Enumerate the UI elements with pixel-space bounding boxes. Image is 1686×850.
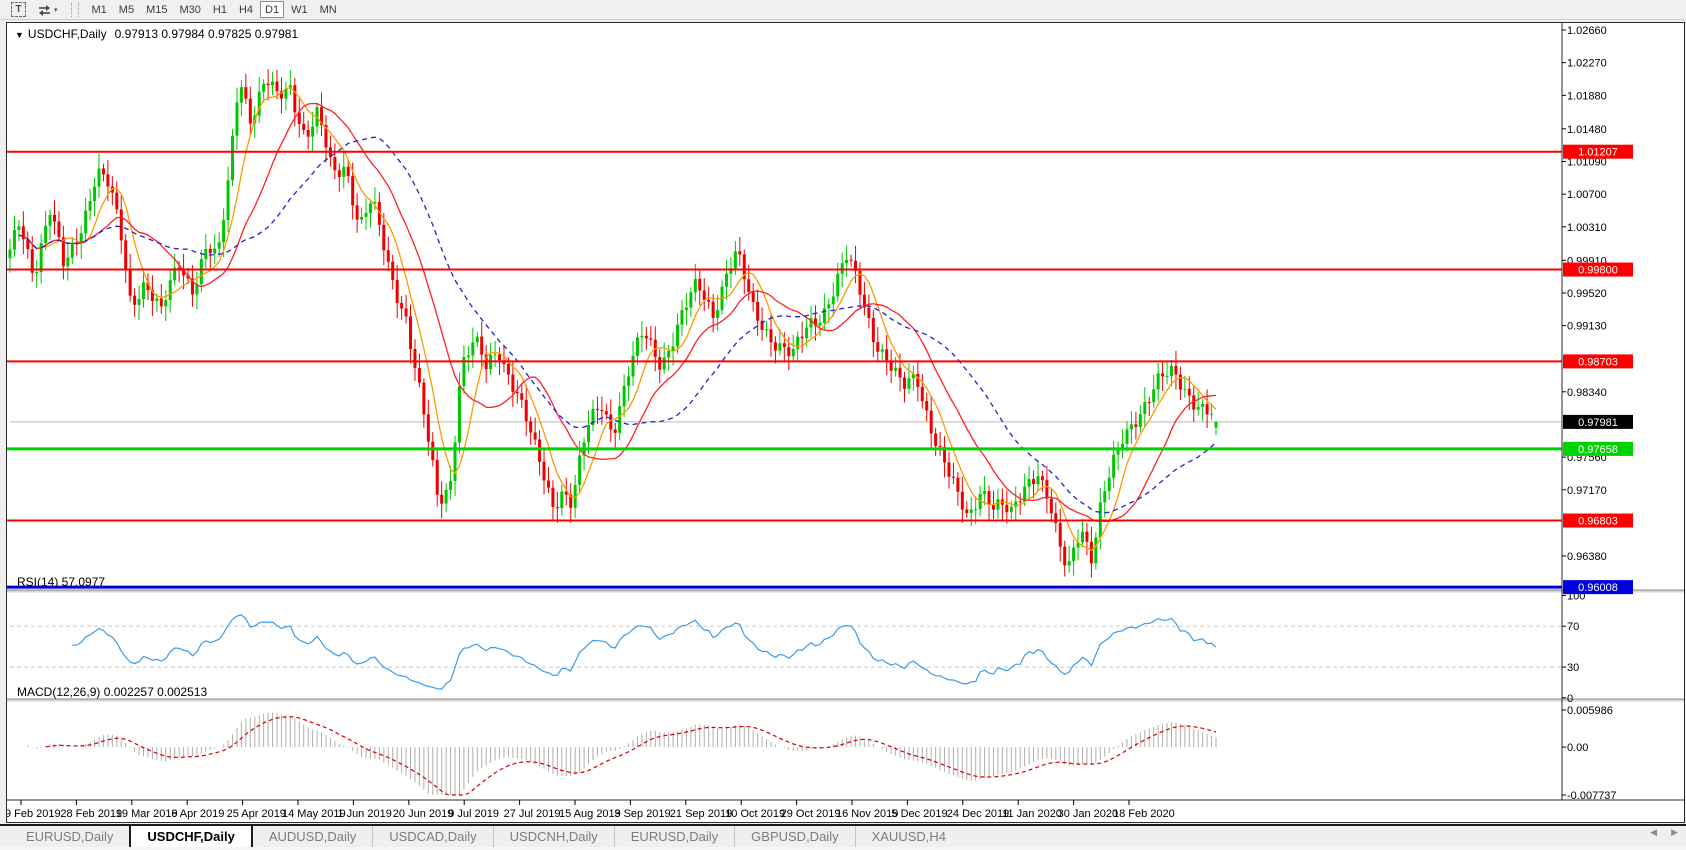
svg-text:9 Feb 2019: 9 Feb 2019 xyxy=(7,808,61,820)
svg-text:0: 0 xyxy=(1567,693,1573,705)
svg-text:1.02660: 1.02660 xyxy=(1567,25,1607,37)
timeframe-button-m30[interactable]: M30 xyxy=(174,1,205,18)
text-label-tool-button[interactable]: T xyxy=(6,1,31,18)
current-price-badge: 0.97981 xyxy=(1563,415,1633,429)
svg-text:25 Apr 2019: 25 Apr 2019 xyxy=(227,808,286,820)
svg-text:0.98340: 0.98340 xyxy=(1567,387,1607,399)
macd-axis-ticks: 0.005986 0.00 -0.007737 xyxy=(1562,705,1617,802)
timeframe-button-d1[interactable]: D1 xyxy=(260,1,284,18)
arrange-dropdown-icon: ▾ xyxy=(54,6,58,14)
chart-tab-usdcad-daily[interactable]: USDCAD,Daily xyxy=(372,826,492,847)
price-line-badge: 0.98703 xyxy=(1563,354,1633,368)
rsi-axis-ticks: 10070300 xyxy=(1562,591,1585,705)
svg-text:30 Jan 2020: 30 Jan 2020 xyxy=(1058,808,1119,820)
chart-symbol: USDCHF,Daily xyxy=(28,27,107,41)
svg-text:0.96380: 0.96380 xyxy=(1567,551,1607,563)
svg-text:1.02270: 1.02270 xyxy=(1567,58,1607,70)
chart-tab-eurusd-daily[interactable]: EURUSD,Daily xyxy=(10,826,129,847)
svg-text:1.00310: 1.00310 xyxy=(1567,222,1607,234)
tab-scroll-buttons: ◀ ▶ xyxy=(1650,827,1678,838)
svg-text:20 Jun 2019: 20 Jun 2019 xyxy=(393,808,454,820)
chart-tab-bar: EURUSD,DailyUSDCHF,DailyAUDUSD,DailyUSDC… xyxy=(0,824,1686,847)
svg-text:9 Jul 2019: 9 Jul 2019 xyxy=(448,808,499,820)
svg-text:14 May 2019: 14 May 2019 xyxy=(282,808,346,820)
chart-tab-gbpusd-daily[interactable]: GBPUSD,Daily xyxy=(734,826,854,847)
price-line-badge: 0.96008 xyxy=(1563,580,1633,594)
svg-text:0.97658: 0.97658 xyxy=(1578,444,1618,456)
svg-text:24 Dec 2019: 24 Dec 2019 xyxy=(947,808,1009,820)
svg-text:15 Aug 2019: 15 Aug 2019 xyxy=(559,808,621,820)
svg-text:21 Sep 2019: 21 Sep 2019 xyxy=(670,808,732,820)
svg-text:10 Oct 2019: 10 Oct 2019 xyxy=(725,808,785,820)
svg-text:11 Jan 2020: 11 Jan 2020 xyxy=(1002,808,1062,820)
svg-text:1.01880: 1.01880 xyxy=(1567,90,1607,102)
timeframe-button-h4[interactable]: H4 xyxy=(234,1,258,18)
timeframe-button-w1[interactable]: W1 xyxy=(286,1,313,18)
svg-text:0.97981: 0.97981 xyxy=(1578,417,1618,429)
chart-window: 1.026601.022701.018801.014801.010901.007… xyxy=(6,22,1685,823)
macd-histogram xyxy=(28,712,1216,795)
svg-text:3 Sep 2019: 3 Sep 2019 xyxy=(614,808,670,820)
svg-text:30: 30 xyxy=(1567,662,1579,674)
date-axis: 9 Feb 201928 Feb 201919 Mar 20196 Apr 20… xyxy=(7,800,1175,820)
svg-text:19 Mar 2019: 19 Mar 2019 xyxy=(116,808,178,820)
macd-indicator-label: MACD(12,26,9) 0.002257 0.002513 xyxy=(17,685,207,699)
timeframe-button-m15[interactable]: M15 xyxy=(141,1,172,18)
timeframe-button-h1[interactable]: H1 xyxy=(208,1,232,18)
candlesticks xyxy=(9,69,1218,577)
svg-text:0.96803: 0.96803 xyxy=(1578,516,1618,528)
timeframe-button-m5[interactable]: M5 xyxy=(114,1,139,18)
svg-text:16 Nov 2019: 16 Nov 2019 xyxy=(836,808,898,820)
arrange-charts-button[interactable]: ▾ xyxy=(33,1,63,18)
svg-text:29 Oct 2019: 29 Oct 2019 xyxy=(781,808,841,820)
svg-text:0.005986: 0.005986 xyxy=(1567,705,1613,717)
ma-mid-line xyxy=(19,104,1216,522)
svg-text:27 Jul 2019: 27 Jul 2019 xyxy=(504,808,561,820)
svg-text:5 Dec 2019: 5 Dec 2019 xyxy=(891,808,947,820)
chart-ohlc-values: 0.97913 0.97984 0.97825 0.97981 xyxy=(115,27,299,41)
chart-tab-usdchf-daily[interactable]: USDCHF,Daily xyxy=(129,824,252,847)
chart-tab-audusd-daily[interactable]: AUDUSD,Daily xyxy=(253,826,372,847)
svg-text:28 Feb 2019: 28 Feb 2019 xyxy=(60,808,122,820)
svg-text:0.99800: 0.99800 xyxy=(1578,265,1618,277)
top-toolbar: T ▾ M1M5M15M30H1H4D1W1MN xyxy=(0,0,1686,20)
text-tool-icon: T xyxy=(11,2,26,17)
svg-text:18 Feb 2020: 18 Feb 2020 xyxy=(1113,808,1175,820)
tab-scroll-left-icon[interactable]: ◀ xyxy=(1650,827,1657,838)
price-line-badge: 0.96803 xyxy=(1563,514,1633,528)
chart-tab-usdcnh-daily[interactable]: USDCNH,Daily xyxy=(493,826,614,847)
svg-text:70: 70 xyxy=(1567,621,1579,633)
svg-text:0.99130: 0.99130 xyxy=(1567,321,1607,333)
ma-fast-line xyxy=(19,88,1216,551)
svg-text:0.96008: 0.96008 xyxy=(1578,582,1618,594)
price-axis-ticks: 1.026601.022701.018801.014801.010901.007… xyxy=(1562,25,1607,563)
timeframe-button-group: M1M5M15M30H1H4D1W1MN xyxy=(87,1,342,18)
svg-text:0.97170: 0.97170 xyxy=(1567,485,1607,497)
rsi-indicator-label: RSI(14) 57.0977 xyxy=(17,575,105,589)
toolbar-grip xyxy=(71,3,79,17)
svg-text:6 Apr 2019: 6 Apr 2019 xyxy=(171,808,224,820)
svg-text:0.98703: 0.98703 xyxy=(1578,356,1618,368)
tab-scroll-right-icon[interactable]: ▶ xyxy=(1671,827,1678,838)
arrange-icon xyxy=(38,4,51,16)
svg-text:1.01207: 1.01207 xyxy=(1578,147,1618,159)
price-line-badge: 0.97658 xyxy=(1563,442,1633,456)
svg-text:-0.007737: -0.007737 xyxy=(1567,790,1617,802)
timeframe-button-mn[interactable]: MN xyxy=(315,1,342,18)
chart-tab-xauusd-h4[interactable]: XAUUSD,H4 xyxy=(855,826,962,847)
svg-text:1.00700: 1.00700 xyxy=(1567,189,1607,201)
chart-title: ▼ USDCHF,Daily 0.97913 0.97984 0.97825 0.9… xyxy=(15,27,298,41)
svg-text:1 Jun 2019: 1 Jun 2019 xyxy=(337,808,391,820)
timeframe-button-m1[interactable]: M1 xyxy=(87,1,112,18)
macd-signal-line xyxy=(46,717,1216,795)
svg-text:0.99520: 0.99520 xyxy=(1567,288,1607,300)
price-line-badge: 1.01207 xyxy=(1563,145,1633,159)
price-chart[interactable]: 1.026601.022701.018801.014801.010901.007… xyxy=(7,23,1684,822)
chart-tab-eurusd-daily[interactable]: EURUSD,Daily xyxy=(614,826,734,847)
svg-text:0.00: 0.00 xyxy=(1567,742,1588,754)
price-line-badge: 0.99800 xyxy=(1563,263,1633,277)
svg-text:1.01480: 1.01480 xyxy=(1567,124,1607,136)
chart-dropdown-icon[interactable]: ▼ xyxy=(15,30,24,40)
